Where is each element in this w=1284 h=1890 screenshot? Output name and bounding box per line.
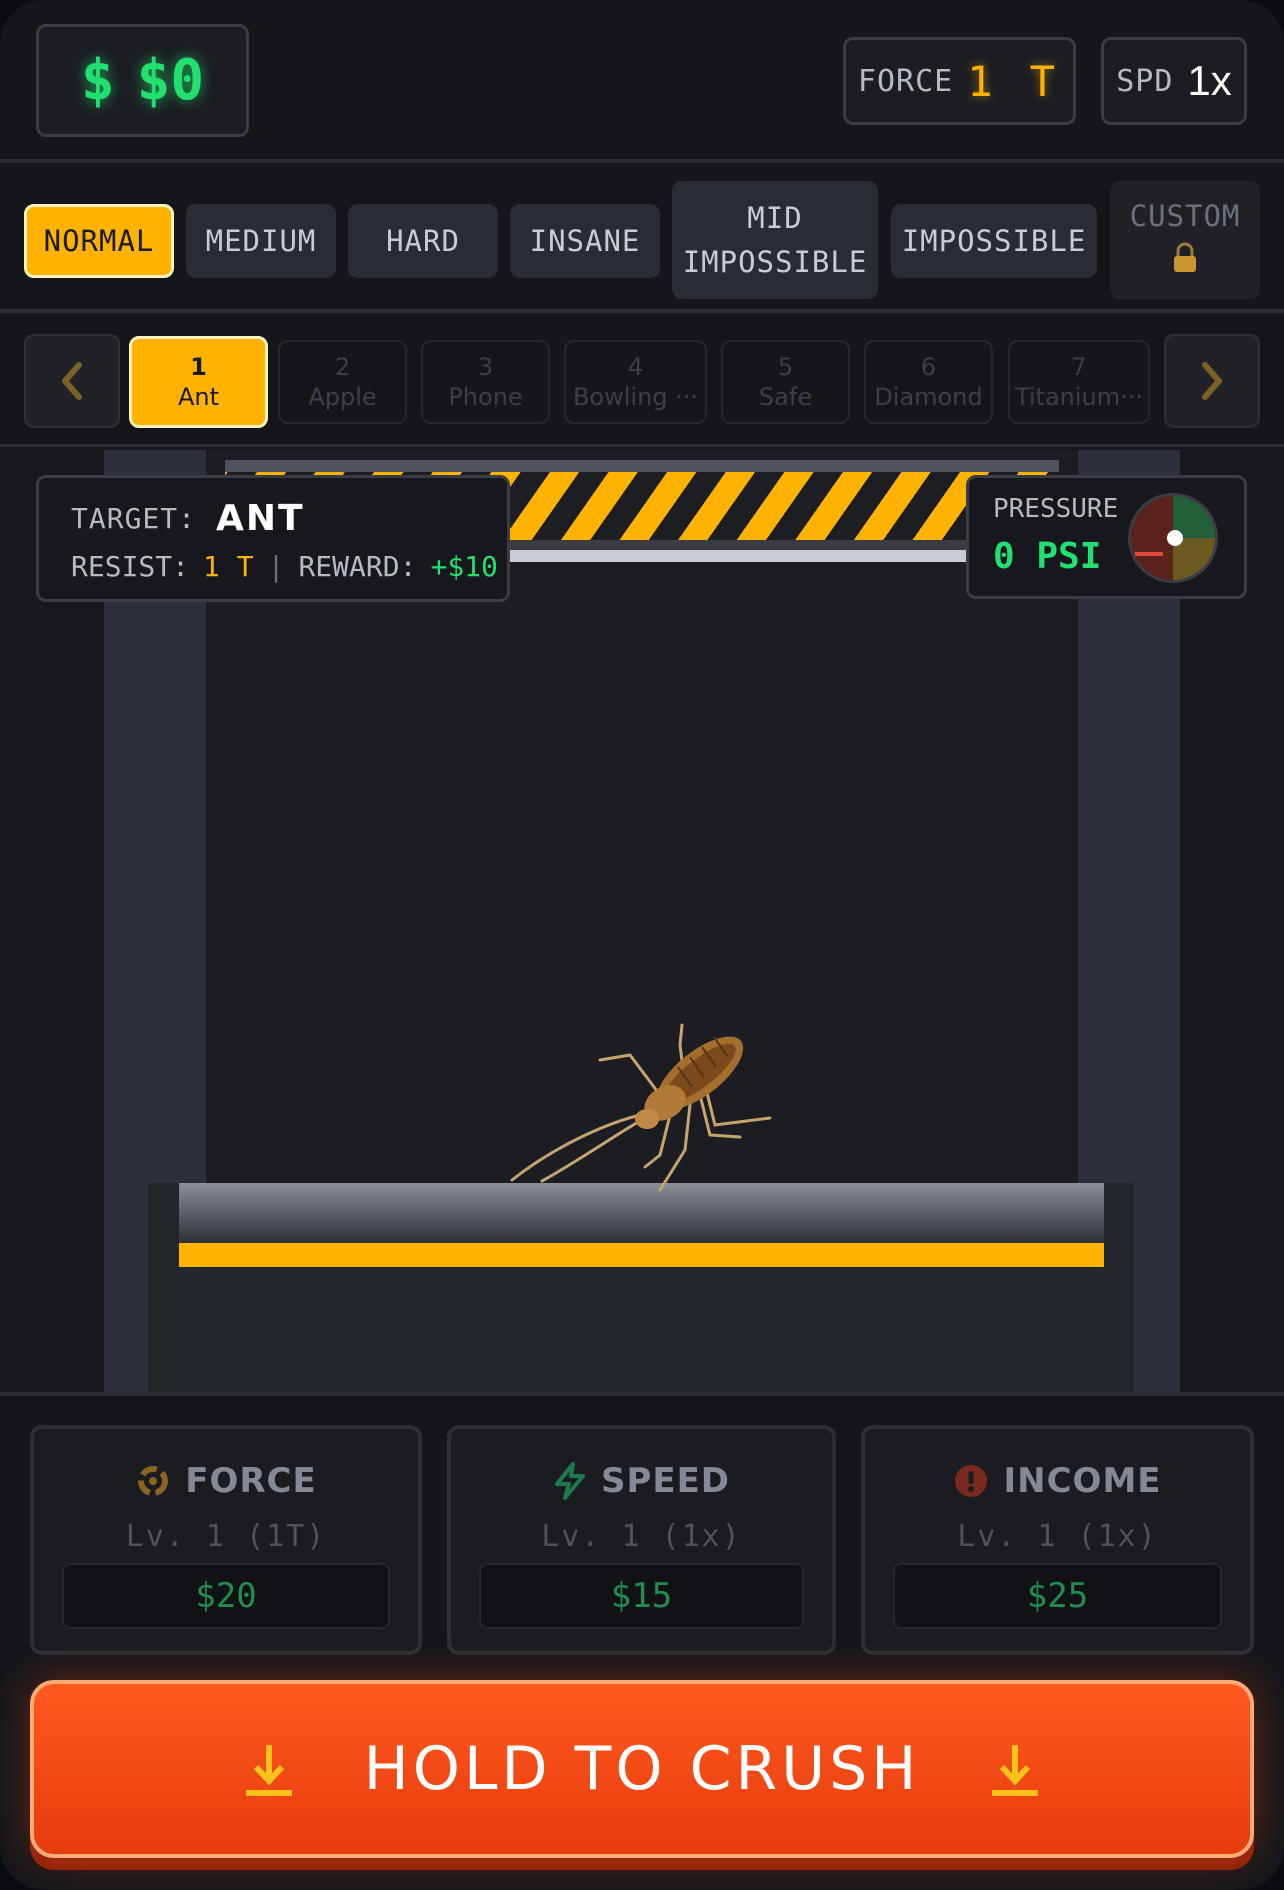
upgrade-income-price-button[interactable]: $25 <box>893 1563 1222 1629</box>
level-number: 4 <box>627 353 644 381</box>
chevron-left-icon <box>62 362 82 400</box>
level-next-button[interactable] <box>1164 334 1260 428</box>
level-name: Phone <box>448 383 523 411</box>
difficulty-insane[interactable]: INSANE <box>510 204 660 278</box>
pressure-panel: PRESSURE 0 PSI <box>966 475 1247 599</box>
level-item-safe[interactable]: 5 Safe <box>721 340 850 424</box>
pressure-label: PRESSURE <box>993 494 1119 524</box>
download-arrow-icon <box>992 1745 1039 1796</box>
level-name: Safe <box>758 383 813 411</box>
difficulty-label-line1: MID <box>747 201 803 235</box>
speed-stat-value: 1x <box>1187 57 1232 104</box>
lock-icon <box>1172 242 1198 286</box>
difficulty-label-line2: IMPOSSIBLE <box>682 245 868 279</box>
level-name: Bowling ··· <box>572 383 699 411</box>
speed-stat-label: SPD <box>1116 63 1174 99</box>
download-arrow-icon <box>245 1745 292 1796</box>
chevron-right-icon <box>1202 362 1222 400</box>
target-name: ANT <box>216 498 305 539</box>
hold-to-crush-button[interactable]: HOLD TO CRUSH <box>30 1680 1254 1858</box>
difficulty-custom[interactable]: CUSTOM <box>1110 181 1260 299</box>
money-value: $0 <box>136 48 205 113</box>
level-number: 3 <box>477 353 494 381</box>
difficulty-label: IMPOSSIBLE <box>901 224 1087 258</box>
force-stat-label: FORCE <box>857 63 954 99</box>
difficulty-label: MEDIUM <box>205 224 317 258</box>
difficulty-hard[interactable]: HARD <box>348 204 498 278</box>
upgrade-card-income[interactable]: INCOME Lv. 1 (1x) $25 <box>861 1425 1254 1655</box>
reward-label: REWARD: <box>298 550 417 583</box>
resist-value: 1 T <box>203 550 254 583</box>
upgrade-title: FORCE <box>185 1461 317 1501</box>
level-name: Ant <box>177 383 220 411</box>
lightning-icon <box>554 1462 585 1500</box>
difficulty-mid-impossible[interactable]: MID IMPOSSIBLE <box>672 181 878 299</box>
pressure-gauge <box>1128 493 1218 583</box>
difficulty-impossible[interactable]: IMPOSSIBLE <box>891 204 1097 278</box>
level-item-apple[interactable]: 2 Apple <box>278 340 407 424</box>
resist-label: RESIST: <box>71 550 190 583</box>
level-name: Apple <box>308 383 377 411</box>
force-stat: FORCE 1 T <box>843 37 1076 125</box>
level-item-diamond[interactable]: 6 Diamond <box>864 340 993 424</box>
level-item-bowling[interactable]: 4 Bowling ··· <box>564 340 707 424</box>
upgrade-level: Lv. 1 (1x) <box>541 1519 742 1554</box>
money-symbol: $ <box>80 48 115 113</box>
difficulty-label: CUSTOM <box>1129 199 1241 233</box>
difficulty-label: INSANE <box>529 224 641 258</box>
level-name: Diamond <box>874 383 983 411</box>
force-icon <box>138 1466 169 1496</box>
level-name: Titanium··· <box>1014 383 1144 411</box>
difficulty-normal[interactable]: NORMAL <box>24 204 174 278</box>
press-ram-top <box>225 460 1059 472</box>
upgrade-level: Lv. 1 (1x) <box>957 1519 1158 1554</box>
alert-icon <box>955 1465 988 1497</box>
level-item-titanium[interactable]: 7 Titanium··· <box>1008 340 1150 424</box>
level-number: 7 <box>1071 353 1087 381</box>
difficulty-label: HARD <box>386 224 460 258</box>
target-label: TARGET: <box>71 502 197 535</box>
money-display: $ $0 <box>36 24 249 137</box>
game-frame: $ $0 FORCE 1 T SPD 1x NORMAL MEDIUM HARD… <box>0 0 1284 1890</box>
upgrade-card-speed[interactable]: SPEED Lv. 1 (1x) $15 <box>447 1425 836 1655</box>
upgrade-title: SPEED <box>600 1461 731 1501</box>
speed-stat: SPD 1x <box>1101 37 1247 125</box>
pressure-value: 0 PSI <box>993 536 1102 577</box>
difficulty-label: NORMAL <box>43 224 155 258</box>
upgrade-speed-price-button[interactable]: $15 <box>479 1563 804 1629</box>
target-panel: TARGET: ANT RESIST: 1 T | REWARD: +$10 <box>36 475 510 602</box>
separator: | <box>267 550 285 583</box>
difficulty-medium[interactable]: MEDIUM <box>186 204 336 278</box>
reward-value: +$10 <box>430 550 498 583</box>
force-stat-value: 1 T <box>967 56 1062 106</box>
ant-target-sprite[interactable] <box>510 975 790 1195</box>
press-anvil-stripe <box>179 1243 1104 1267</box>
level-item-phone[interactable]: 3 Phone <box>421 340 550 424</box>
level-item-ant[interactable]: 1 Ant <box>129 336 268 428</box>
level-number: 5 <box>777 353 794 381</box>
upgrade-title: INCOME <box>1003 1461 1162 1501</box>
crush-button-label: HOLD TO CRUSH <box>363 1734 921 1804</box>
upgrade-level: Lv. 1 (1T) <box>125 1519 327 1554</box>
level-number: 1 <box>190 353 207 381</box>
level-prev-button[interactable] <box>24 334 120 428</box>
level-number: 2 <box>334 353 351 381</box>
upgrade-force-price-button[interactable]: $20 <box>62 1563 390 1629</box>
upgrade-card-force[interactable]: FORCE Lv. 1 (1T) $20 <box>30 1425 422 1655</box>
level-number: 6 <box>920 353 937 381</box>
